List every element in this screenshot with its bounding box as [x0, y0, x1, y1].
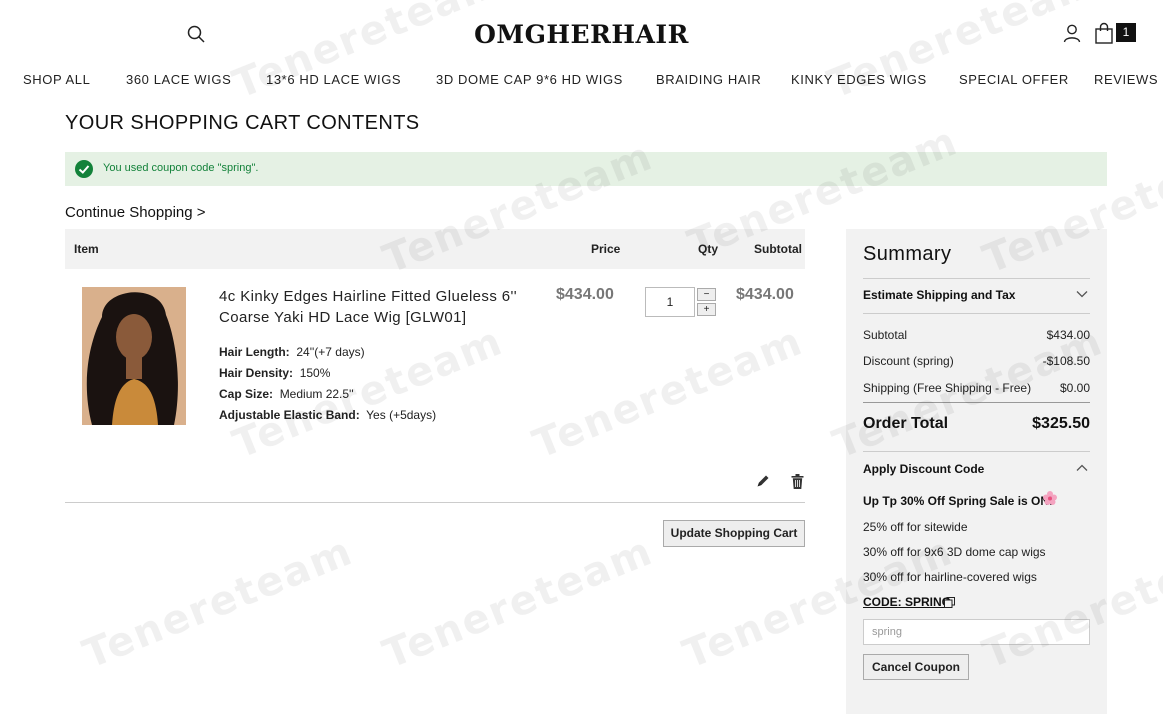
quantity-input[interactable]	[645, 287, 695, 317]
promo-line: 30% off for 9x6 3D dome cap wigs	[863, 545, 1046, 559]
nav-braiding-hair[interactable]: BRAIDING HAIR	[656, 72, 761, 87]
column-qty: Qty	[698, 242, 719, 256]
order-total-value: $325.50	[1032, 415, 1090, 432]
option-label: Cap Size:	[219, 387, 274, 401]
option-hair-density: Hair Density: 150%	[219, 366, 330, 380]
product-image[interactable]	[82, 287, 186, 425]
main-nav: SHOP ALL 360 LACE WIGS 13*6 HD LACE WIGS…	[0, 72, 1163, 90]
checkmark-icon	[75, 160, 93, 178]
trash-icon[interactable]	[791, 474, 804, 489]
nav-special-offer[interactable]: SPECIAL OFFER	[959, 72, 1069, 87]
coupon-code-link[interactable]: CODE: SPRING	[863, 595, 951, 609]
summary-divider	[863, 402, 1090, 403]
item-price: $434.00	[556, 286, 614, 303]
option-value: 24''(+7 days)	[296, 345, 365, 359]
copy-icon[interactable]	[944, 597, 955, 608]
nav-reviews[interactable]: REVIEWS	[1094, 72, 1158, 87]
option-value: Yes (+5days)	[366, 408, 437, 422]
cancel-coupon-button[interactable]: Cancel Coupon	[863, 654, 969, 680]
qty-increase-button[interactable]: +	[697, 303, 716, 316]
option-cap-size: Cap Size: Medium 22.5''	[219, 387, 354, 401]
cart-divider	[65, 502, 805, 503]
summary-divider	[863, 451, 1090, 452]
order-summary: Summary Estimate Shipping and Tax Subtot…	[846, 229, 1107, 714]
qty-decrease-button[interactable]: −	[697, 288, 716, 301]
nav-3d-dome-cap-wigs[interactable]: 3D DOME CAP 9*6 HD WIGS	[436, 72, 623, 87]
site-logo[interactable]: OMGHERHAIR	[0, 20, 1163, 49]
promo-line: 30% off for hairline-covered wigs	[863, 570, 1037, 584]
option-label: Hair Density:	[219, 366, 294, 380]
cart-table-header: Item Price Qty Subtotal	[65, 229, 805, 269]
option-elastic-band: Adjustable Elastic Band: Yes (+5days)	[219, 408, 436, 422]
option-label: Hair Length:	[219, 345, 290, 359]
nav-kinky-edges-wigs[interactable]: KINKY EDGES WIGS	[791, 72, 927, 87]
product-name[interactable]: 4c Kinky Edges Hairline Fitted Glueless …	[219, 286, 539, 328]
apply-discount-toggle[interactable]: Apply Discount Code	[863, 462, 984, 476]
shopping-bag-icon[interactable]	[1094, 22, 1114, 44]
watermark: Tenereteam	[226, 0, 510, 108]
nav-360-lace-wigs[interactable]: 360 LACE WIGS	[126, 72, 231, 87]
watermark: Tenereteam	[526, 318, 810, 468]
option-value: 150%	[299, 366, 331, 380]
coupon-code-input[interactable]	[863, 619, 1090, 645]
update-shopping-cart-button[interactable]: Update Shopping Cart	[663, 520, 805, 547]
discount-value: -$108.50	[1042, 354, 1090, 368]
watermark: Tenereteam	[76, 528, 360, 678]
subtotal-value: $434.00	[1046, 328, 1090, 342]
cherry-blossom-icon	[1043, 491, 1057, 505]
summary-divider	[863, 278, 1090, 279]
option-value: Medium 22.5''	[279, 387, 354, 401]
cart-count-badge[interactable]: 1	[1116, 23, 1136, 42]
page-title: YOUR SHOPPING CART CONTENTS	[65, 112, 420, 134]
coupon-success-alert: You used coupon code "spring".	[65, 152, 1107, 186]
shipping-label: Shipping (Free Shipping - Free)	[863, 381, 1032, 395]
watermark: Tenereteam	[821, 0, 1105, 108]
nav-shop-all[interactable]: SHOP ALL	[23, 72, 90, 87]
user-icon[interactable]	[1062, 23, 1082, 43]
watermark: Tenereteam	[376, 528, 660, 678]
column-subtotal: Subtotal	[754, 242, 802, 256]
alert-text: You used coupon code "spring".	[103, 162, 259, 174]
subtotal-label: Subtotal	[863, 328, 908, 342]
pencil-icon[interactable]	[756, 474, 770, 488]
option-hair-length: Hair Length: 24''(+7 days)	[219, 345, 365, 359]
discount-label: Discount (spring)	[863, 354, 954, 368]
continue-shopping-link[interactable]: Continue Shopping >	[65, 204, 206, 221]
chevron-down-icon[interactable]	[1076, 290, 1088, 298]
column-price: Price	[591, 242, 621, 256]
nav-13x6-hd-lace-wigs[interactable]: 13*6 HD LACE WIGS	[266, 72, 401, 87]
estimate-shipping-toggle[interactable]: Estimate Shipping and Tax	[863, 288, 1015, 302]
option-label: Adjustable Elastic Band:	[219, 408, 360, 422]
column-item: Item	[74, 242, 99, 256]
promo-line: 25% off for sitewide	[863, 520, 968, 534]
chevron-up-icon[interactable]	[1076, 464, 1088, 472]
shipping-value: $0.00	[1059, 381, 1090, 395]
order-total-label: Order Total	[863, 415, 949, 432]
item-subtotal: $434.00	[736, 286, 794, 303]
summary-title: Summary	[863, 243, 952, 265]
promo-title: Up Tp 30% Off Spring Sale is ON!	[863, 494, 1054, 508]
summary-divider	[863, 313, 1090, 314]
